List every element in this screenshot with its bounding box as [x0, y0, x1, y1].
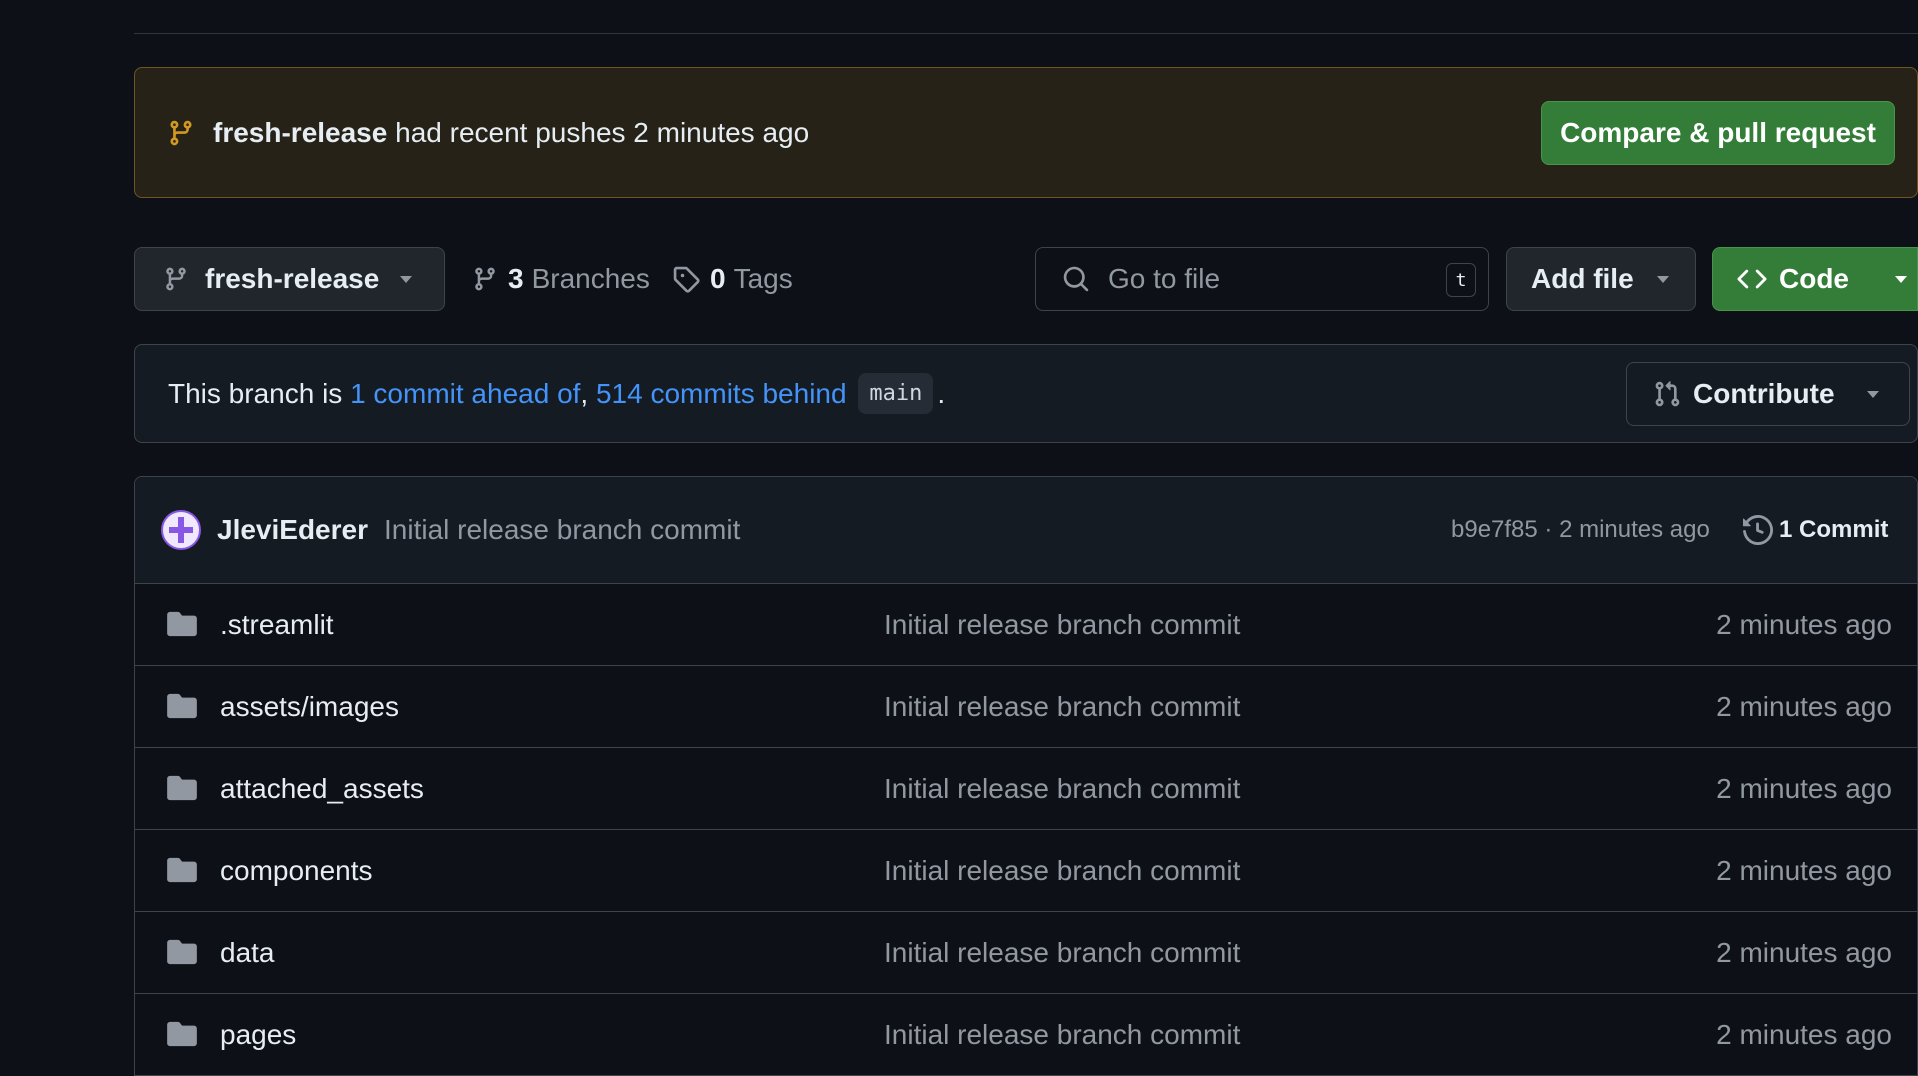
file-commit-message[interactable]: Initial release branch commit — [884, 937, 1240, 969]
caret-down-icon — [1867, 391, 1879, 398]
code-label: Code — [1779, 263, 1849, 294]
file-list: .streamlit Initial release branch commit… — [135, 584, 1917, 1075]
caret-down-icon — [400, 276, 412, 283]
latest-commit-row: JleviEderer Initial release branch commi… — [135, 477, 1917, 584]
contribute-label: Contribute — [1693, 378, 1835, 409]
go-to-file-input[interactable] — [1108, 263, 1428, 295]
file-commit-message[interactable]: Initial release branch commit — [884, 1019, 1240, 1051]
commits-behind-link[interactable]: 514 commits behind — [596, 378, 847, 410]
repo-main: fresh-release had recent pushes 2 minute… — [134, 0, 1918, 1076]
branch-name: fresh-release — [205, 263, 380, 294]
divider — [134, 33, 1918, 34]
file-row[interactable]: attached_assets Initial release branch c… — [135, 748, 1917, 830]
folder-icon — [167, 693, 197, 719]
repo-toolbar: fresh-release 3 Branches 0 Tags t Add — [134, 247, 1918, 311]
folder-icon — [167, 857, 197, 883]
comparison-suffix: . — [937, 377, 946, 409]
compare-pull-request-button[interactable]: Compare & pull request — [1541, 101, 1895, 165]
file-commit-message[interactable]: Initial release branch commit — [884, 609, 1240, 641]
add-file-button[interactable]: Add file — [1506, 247, 1696, 311]
banner-text: fresh-release had recent pushes 2 minute… — [213, 117, 809, 149]
folder-icon — [167, 775, 197, 801]
branch-selector-button[interactable]: fresh-release — [134, 247, 445, 311]
git-branch-icon — [475, 267, 495, 291]
commits-ahead-link[interactable]: 1 commit ahead of — [350, 378, 580, 410]
file-row[interactable]: data Initial release branch commit 2 min… — [135, 912, 1917, 994]
file-age: 2 minutes ago — [1716, 936, 1892, 968]
file-row[interactable]: components Initial release branch commit… — [135, 830, 1917, 912]
commit-author[interactable]: JleviEderer — [217, 514, 368, 546]
file-commit-message[interactable]: Initial release branch commit — [884, 773, 1240, 805]
file-commit-message[interactable]: Initial release branch commit — [884, 855, 1240, 887]
git-pull-request-icon — [1655, 381, 1680, 407]
file-age: 2 minutes ago — [1716, 854, 1892, 886]
caret-down-icon — [1657, 276, 1669, 283]
commit-message[interactable]: Initial release branch commit — [384, 514, 740, 546]
branch-comparison-bar: This branch is 1 commit ahead of, 514 co… — [134, 344, 1918, 443]
git-branch-icon — [170, 120, 192, 145]
code-button[interactable]: Code — [1712, 247, 1918, 311]
keyboard-shortcut-hint: t — [1446, 263, 1476, 297]
tags-label: Tags — [733, 263, 793, 294]
tags-link[interactable]: 0 Tags — [672, 247, 793, 311]
file-age: 2 minutes ago — [1716, 690, 1892, 722]
history-icon — [1743, 515, 1773, 545]
code-icon — [1737, 269, 1767, 289]
branches-link[interactable]: 3 Branches — [472, 247, 650, 311]
file-age: 2 minutes ago — [1716, 772, 1892, 804]
branches-label: Branches — [531, 263, 650, 294]
comparison-prefix: This branch is — [168, 377, 343, 409]
git-branch-icon — [166, 267, 186, 291]
file-row[interactable]: .streamlit Initial release branch commit… — [135, 584, 1917, 666]
file-age: 2 minutes ago — [1716, 608, 1892, 640]
commit-meta[interactable]: b9e7f85 · 2 minutes ago — [1451, 516, 1710, 544]
add-file-label: Add file — [1531, 263, 1634, 294]
caret-down-icon — [1895, 276, 1907, 283]
file-age: 2 minutes ago — [1716, 1018, 1892, 1050]
commit-count: 1 Commit — [1779, 516, 1889, 543]
folder-icon — [167, 939, 197, 965]
file-row[interactable]: pages Initial release branch commit 2 mi… — [135, 994, 1917, 1075]
file-row[interactable]: assets/images Initial release branch com… — [135, 666, 1917, 748]
file-name[interactable]: components — [220, 855, 373, 887]
tag-icon — [673, 266, 700, 293]
banner-message: had recent pushes 2 minutes ago — [395, 116, 810, 148]
file-name[interactable]: pages — [220, 1019, 296, 1051]
search-icon — [1063, 266, 1089, 292]
file-name[interactable]: .streamlit — [220, 609, 334, 641]
file-name[interactable]: assets/images — [220, 691, 399, 723]
branches-count: 3 — [508, 263, 524, 294]
commit-history-link[interactable]: 1 Commit — [1743, 515, 1888, 545]
tags-count: 0 — [710, 263, 726, 294]
banner-branch-name[interactable]: fresh-release — [213, 117, 387, 148]
folder-icon — [167, 1021, 197, 1047]
go-to-file-search: t — [1035, 247, 1489, 311]
folder-icon — [167, 611, 197, 637]
contribute-button[interactable]: Contribute — [1626, 362, 1910, 426]
file-table: JleviEderer Initial release branch commi… — [134, 476, 1918, 1076]
avatar[interactable] — [161, 510, 201, 550]
base-branch-chip: main — [858, 373, 934, 414]
file-commit-message[interactable]: Initial release branch commit — [884, 691, 1240, 723]
file-name[interactable]: attached_assets — [220, 773, 424, 805]
recent-pushes-banner: fresh-release had recent pushes 2 minute… — [134, 67, 1918, 198]
comparison-separator: , — [580, 377, 589, 409]
file-name[interactable]: data — [220, 937, 275, 969]
